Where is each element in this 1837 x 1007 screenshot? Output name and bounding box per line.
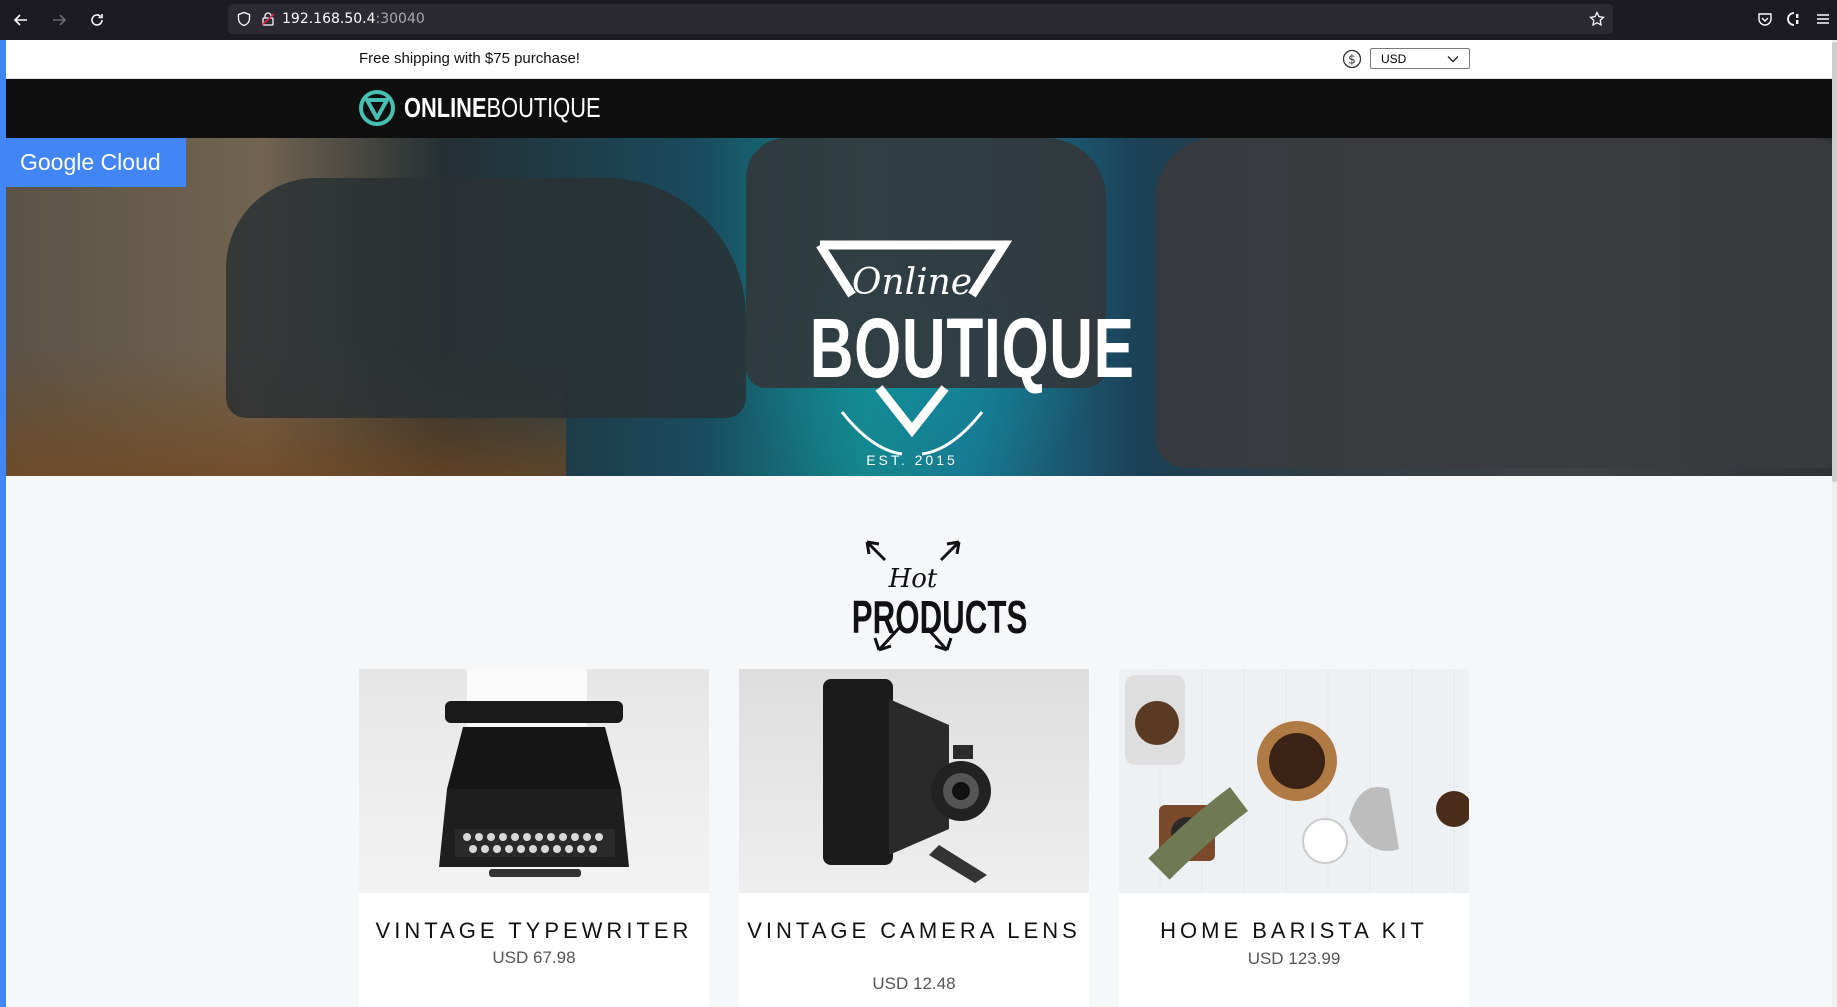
typewriter-icon <box>439 669 629 877</box>
site-header: ONLINEBOUTIQUE <box>6 79 1832 138</box>
currency-select[interactable]: USD <box>1370 48 1470 69</box>
hot-text: Hot <box>888 564 938 594</box>
product-card[interactable]: VINTAGE TYPEWRITER USD 67.98 <box>359 669 709 1007</box>
site-logo[interactable]: ONLINEBOUTIQUE <box>358 89 656 127</box>
currency-value: USD <box>1381 51 1407 66</box>
products-text: PRODUCTS <box>851 591 1028 643</box>
insecure-lock-icon[interactable] <box>260 11 276 27</box>
web-page: Free shipping with $75 purchase! $ USD O… <box>0 40 1837 1007</box>
google-cloud-badge: Google Cloud <box>0 138 186 187</box>
barista-kit-image[interactable] <box>1119 669 1472 893</box>
bookmark-star-icon[interactable] <box>1589 11 1605 27</box>
product-name[interactable]: VINTAGE TYPEWRITER <box>359 917 709 944</box>
arrow-right-icon <box>53 14 67 26</box>
dollar-icon: $ <box>1342 49 1362 68</box>
reload-icon <box>91 14 103 26</box>
hero-logo: Online BOUTIQUE EST. 2015 <box>762 202 1135 468</box>
menu-icon[interactable] <box>1815 11 1831 27</box>
hot-products-heading: Hot PRODUCTS <box>823 520 1028 660</box>
logo-light-text: BOUTIQUE <box>486 92 601 123</box>
shipping-banner: Free shipping with $75 purchase! <box>359 50 580 67</box>
chevron-down-icon <box>1447 55 1459 62</box>
back-button[interactable] <box>4 3 38 37</box>
product-price: USD 67.98 <box>492 948 576 967</box>
top-bar: Free shipping with $75 purchase! $ USD <box>6 40 1832 79</box>
hero-est-text: EST. 2015 <box>866 452 958 468</box>
url-bar[interactable]: 192.168.50.4:30040 <box>228 4 1613 34</box>
arrow-left-icon <box>13 14 27 26</box>
typewriter-image[interactable] <box>359 669 709 893</box>
boutique-logo-icon <box>359 90 395 126</box>
product-name[interactable]: HOME BARISTA KIT <box>1119 917 1469 944</box>
logo-bold-text: ONLINE <box>404 92 487 123</box>
product-card[interactable]: HOME BARISTA KIT USD 123.99 <box>1119 669 1472 1007</box>
forward-button[interactable] <box>42 3 76 37</box>
camera-icon <box>823 679 991 883</box>
shield-icon <box>237 11 251 27</box>
product-name[interactable]: VINTAGE CAMERA LENS <box>739 917 1089 944</box>
url-port: :30040 <box>375 11 425 27</box>
hero-online-text: Online <box>851 262 973 303</box>
hero-boutique-text: BOUTIQUE <box>809 301 1135 395</box>
camera-image[interactable] <box>739 669 1089 893</box>
coffee-kit-icon <box>1125 675 1472 880</box>
pocket-icon[interactable] <box>1757 11 1773 27</box>
svg-text:$: $ <box>1348 52 1356 66</box>
url-host: 192.168.50.4 <box>282 11 376 27</box>
browser-toolbar: 192.168.50.4:30040 <box>0 0 1837 40</box>
product-card[interactable]: VINTAGE CAMERA LENS USD 12.48 <box>739 669 1089 1007</box>
url-text[interactable]: 192.168.50.4:30040 <box>282 11 425 27</box>
scrollbar-thumb[interactable] <box>1832 42 1837 482</box>
product-price: USD 123.99 <box>1247 949 1341 968</box>
extension-icon[interactable] <box>1785 11 1803 27</box>
product-price: USD 12.48 <box>872 974 956 993</box>
reload-button[interactable] <box>80 3 114 37</box>
